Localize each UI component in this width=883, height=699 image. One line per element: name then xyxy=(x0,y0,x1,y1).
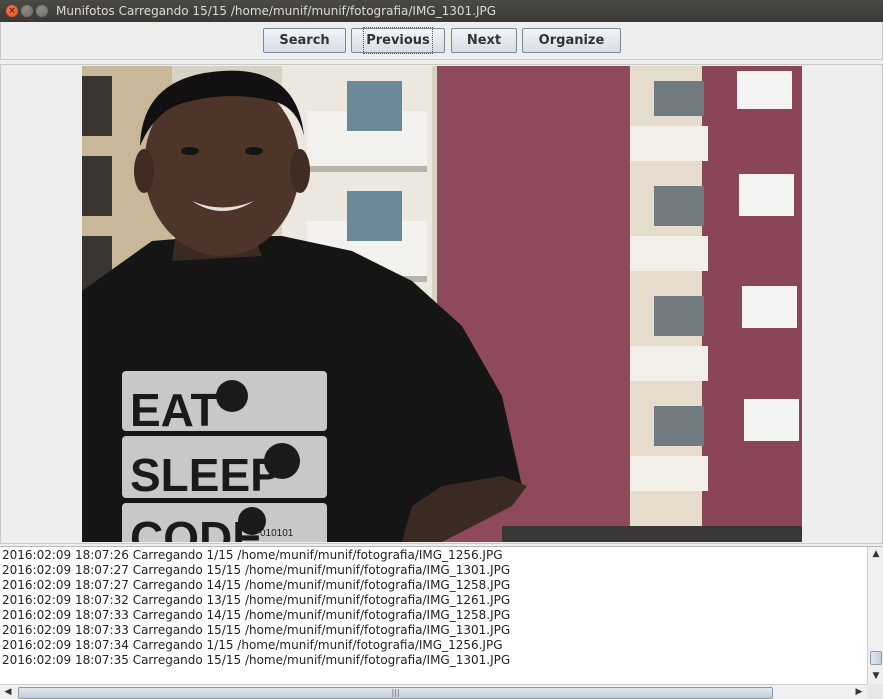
horizontal-scrollbar[interactable]: ◀ ||| ▶ xyxy=(0,684,867,699)
scroll-right-icon[interactable]: ▶ xyxy=(851,685,867,699)
vertical-scrollbar[interactable]: ▲ ▼ xyxy=(867,547,883,684)
log-line: 2016:02:09 18:07:33 Carregando 14/15 /ho… xyxy=(2,608,511,622)
log-panel: 2016:02:09 18:07:26 Carregando 1/15 /hom… xyxy=(0,546,883,699)
shirt-text-eat: EAT xyxy=(130,384,219,436)
organize-button-label: Organize xyxy=(538,33,605,48)
shirt-text-code: CODE xyxy=(130,512,263,542)
scroll-corner xyxy=(867,684,883,699)
app-window: Search Previous Next Organize EAT SLEEP … xyxy=(0,22,883,699)
window-title: Munifotos Carregando 15/15 /home/munif/m… xyxy=(56,4,497,18)
vertical-scroll-thumb[interactable] xyxy=(870,651,882,665)
log-text-area[interactable]: 2016:02:09 18:07:26 Carregando 1/15 /hom… xyxy=(2,548,862,683)
log-line: 2016:02:09 18:07:26 Carregando 1/15 /hom… xyxy=(2,548,503,562)
scroll-up-icon[interactable]: ▲ xyxy=(868,547,883,562)
next-button[interactable]: Next xyxy=(451,28,517,53)
maximize-window-icon[interactable] xyxy=(36,5,48,17)
log-line: 2016:02:09 18:07:32 Carregando 13/15 /ho… xyxy=(2,593,511,607)
log-line: 2016:02:09 18:07:33 Carregando 15/15 /ho… xyxy=(2,623,511,637)
photo-image: EAT SLEEP CODE 010101 xyxy=(82,66,802,542)
search-button-label: Search xyxy=(279,33,330,48)
scroll-left-icon[interactable]: ◀ xyxy=(0,685,16,699)
horizontal-scroll-thumb[interactable]: ||| xyxy=(18,687,773,699)
next-button-label: Next xyxy=(466,33,502,48)
title-bar: × Munifotos Carregando 15/15 /home/munif… xyxy=(0,0,883,22)
photo-display: EAT SLEEP CODE 010101 xyxy=(82,66,802,542)
shirt-text-sleep: SLEEP xyxy=(130,449,281,501)
search-button[interactable]: Search xyxy=(263,28,346,53)
scroll-down-icon[interactable]: ▼ xyxy=(868,669,883,684)
log-line: 2016:02:09 18:07:27 Carregando 15/15 /ho… xyxy=(2,563,511,577)
previous-button-label: Previous xyxy=(363,27,433,54)
minimize-window-icon[interactable] xyxy=(21,5,33,17)
log-line: 2016:02:09 18:07:35 Carregando 15/15 /ho… xyxy=(2,653,511,667)
organize-button[interactable]: Organize xyxy=(522,28,621,53)
shirt-binary-text: 010101 xyxy=(260,528,294,539)
image-panel: EAT SLEEP CODE 010101 xyxy=(0,64,883,544)
previous-button[interactable]: Previous xyxy=(351,27,445,54)
close-window-icon[interactable]: × xyxy=(6,5,18,17)
log-line: 2016:02:09 18:07:27 Carregando 14/15 /ho… xyxy=(2,578,511,592)
log-line: 2016:02:09 18:07:34 Carregando 1/15 /hom… xyxy=(2,638,503,652)
toolbar: Search Previous Next Organize xyxy=(0,22,883,60)
